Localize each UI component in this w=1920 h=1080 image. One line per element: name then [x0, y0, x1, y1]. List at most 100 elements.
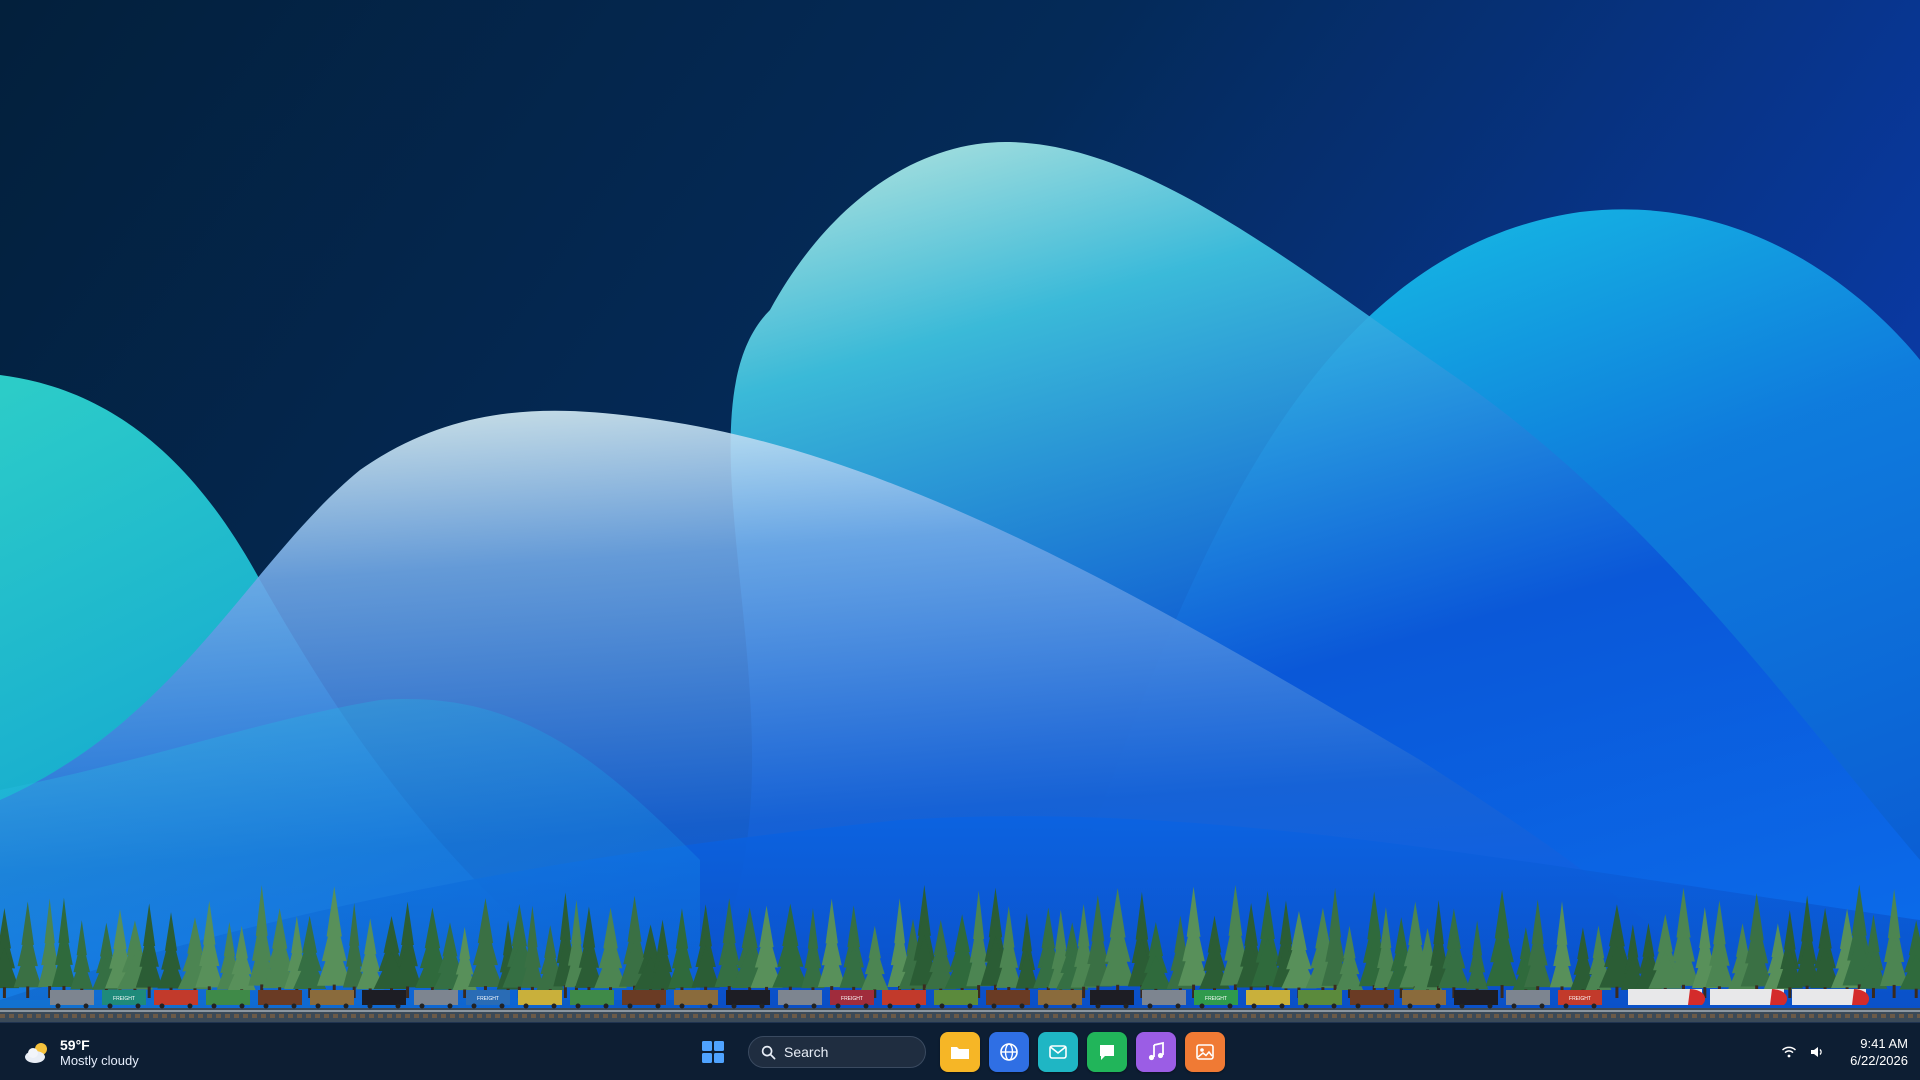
rail-tie: [1206, 1014, 1211, 1018]
rail-tie: [36, 1014, 41, 1018]
rail-tie: [783, 1014, 788, 1018]
rail-tie: [387, 1014, 392, 1018]
rail-tie: [774, 1014, 779, 1018]
rail-tie: [972, 1014, 977, 1018]
photo-icon: [1196, 1044, 1214, 1060]
svg-text:FREIGHT: FREIGHT: [841, 996, 863, 1002]
rail-tie: [1026, 1014, 1031, 1018]
rail-tie: [711, 1014, 716, 1018]
photos-button[interactable]: [1185, 1032, 1225, 1072]
rail-tie: [1629, 1014, 1634, 1018]
rail-tie: [1044, 1014, 1049, 1018]
start-button[interactable]: [692, 1031, 734, 1073]
rail-tie: [540, 1014, 545, 1018]
search-box[interactable]: Search: [748, 1036, 926, 1068]
rail-tie: [225, 1014, 230, 1018]
rail-tie: [450, 1014, 455, 1018]
rail-tie: [1188, 1014, 1193, 1018]
mail-icon: [1049, 1045, 1067, 1059]
rail-tie: [1746, 1014, 1751, 1018]
rail-tie: [459, 1014, 464, 1018]
windows-start-icon: [702, 1041, 724, 1063]
rail-tie: [657, 1014, 662, 1018]
rail-tie: [1881, 1014, 1886, 1018]
rail-tie: [729, 1014, 734, 1018]
rail-tie: [576, 1014, 581, 1018]
rail-tie: [1602, 1014, 1607, 1018]
rail-tie: [252, 1014, 257, 1018]
music-icon: [1148, 1041, 1164, 1061]
rail-tie: [963, 1014, 968, 1018]
browser-button[interactable]: [989, 1032, 1029, 1072]
music-button[interactable]: [1136, 1032, 1176, 1072]
rail-tie: [342, 1014, 347, 1018]
rail-tie: [1449, 1014, 1454, 1018]
clock[interactable]: 9:41 AM 6/22/2026: [1832, 1035, 1908, 1069]
rail-tie: [1287, 1014, 1292, 1018]
rail-tie: [243, 1014, 248, 1018]
rail-tie: [1431, 1014, 1436, 1018]
rail-tie: [468, 1014, 473, 1018]
rail-tie: [1854, 1014, 1859, 1018]
search-label: Search: [784, 1044, 829, 1060]
rail-tie: [1017, 1014, 1022, 1018]
mail-button[interactable]: [1038, 1032, 1078, 1072]
rail-tie: [234, 1014, 239, 1018]
rail-tie: [1080, 1014, 1085, 1018]
rail-tie: [1593, 1014, 1598, 1018]
rail-tie: [1314, 1014, 1319, 1018]
rail-tie: [1035, 1014, 1040, 1018]
rail-tie: [1674, 1014, 1679, 1018]
system-tray: [1780, 1039, 1836, 1065]
rail-tie: [1386, 1014, 1391, 1018]
file-explorer-button[interactable]: [940, 1032, 980, 1072]
rail-tie: [477, 1014, 482, 1018]
rail-tie: [603, 1014, 608, 1018]
rail-tie: [405, 1014, 410, 1018]
rail-tie: [1611, 1014, 1616, 1018]
rail-tie: [1422, 1014, 1427, 1018]
rail-tie: [954, 1014, 959, 1018]
rail-tie: [1512, 1014, 1517, 1018]
rail-tie: [1665, 1014, 1670, 1018]
taskbar-center: Search: [692, 1031, 1234, 1073]
rail-tie: [63, 1014, 68, 1018]
rail-tie: [189, 1014, 194, 1018]
rail-tie: [1395, 1014, 1400, 1018]
rail-tie: [1296, 1014, 1301, 1018]
rail-tie: [1440, 1014, 1445, 1018]
rail-tie: [108, 1014, 113, 1018]
rail-tie: [1566, 1014, 1571, 1018]
rail-tie: [1827, 1014, 1832, 1018]
messages-button[interactable]: [1087, 1032, 1127, 1072]
rail-tie: [585, 1014, 590, 1018]
rail-tie: [1071, 1014, 1076, 1018]
rail-tie: [1737, 1014, 1742, 1018]
rail-tie: [1791, 1014, 1796, 1018]
rail-tie: [837, 1014, 842, 1018]
volume-button[interactable]: [1808, 1043, 1826, 1061]
rail-tie: [135, 1014, 140, 1018]
rail-tie: [612, 1014, 617, 1018]
rail-tie: [396, 1014, 401, 1018]
rail-tie: [333, 1014, 338, 1018]
rail-tie: [9, 1014, 14, 1018]
rail-tie: [54, 1014, 59, 1018]
rail-tie: [1359, 1014, 1364, 1018]
rail-tie: [486, 1014, 491, 1018]
rail-tie: [639, 1014, 644, 1018]
rail-tie: [1890, 1014, 1895, 1018]
rail-tie: [288, 1014, 293, 1018]
rail-tie: [81, 1014, 86, 1018]
rail-tie: [1323, 1014, 1328, 1018]
rail-tie: [630, 1014, 635, 1018]
rail-tie: [1467, 1014, 1472, 1018]
rail-tie: [522, 1014, 527, 1018]
wifi-button[interactable]: [1780, 1043, 1798, 1061]
rail-tie: [1215, 1014, 1220, 1018]
weather-widget[interactable]: 59°F Mostly cloudy: [22, 1035, 139, 1071]
desktop: FREIGHT FREIGHT FREIGHT FREIGHT FREIGHT 59°F…: [0, 0, 1920, 1080]
rail-tie: [99, 1014, 104, 1018]
rail-tie: [558, 1014, 563, 1018]
wallpaper: FREIGHT FREIGHT FREIGHT FREIGHT FREIGHT: [0, 0, 1920, 1080]
